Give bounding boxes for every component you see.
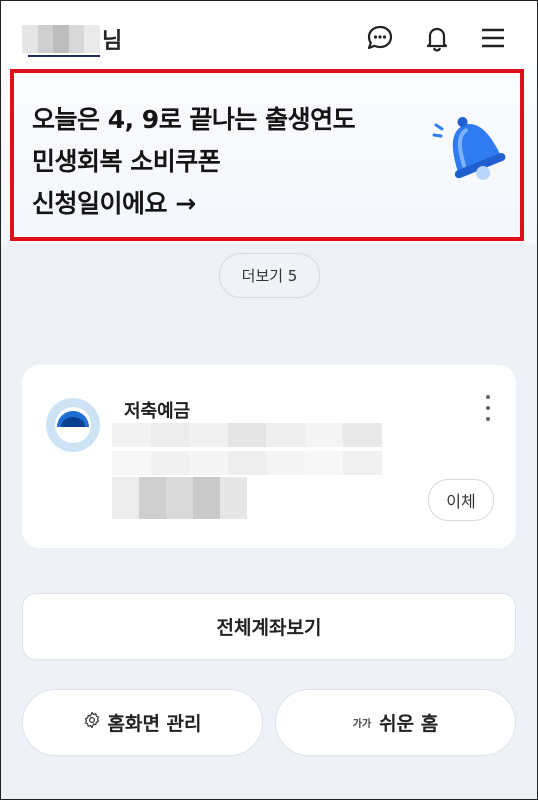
- user-greeting: 님: [22, 22, 122, 56]
- account-title: 저축예금: [124, 401, 191, 422]
- more-button[interactable]: 더보기 5: [219, 253, 320, 298]
- banner-line-2: 민생회복 소비쿠폰: [32, 147, 221, 176]
- account-card[interactable]: 저축예금 이체: [22, 365, 516, 548]
- banner-line-3: 신청일이에요 →: [32, 189, 196, 218]
- home-screen-manage-button[interactable]: 홈화면 관리: [22, 689, 263, 756]
- transfer-button[interactable]: 이체: [428, 479, 494, 521]
- bank-logo-icon: [46, 398, 100, 452]
- app-header: 님: [0, 0, 538, 72]
- more-options-icon[interactable]: [478, 395, 498, 421]
- user-suffix: 님: [102, 29, 123, 54]
- view-all-accounts-button[interactable]: 전체계좌보기: [22, 593, 516, 660]
- promo-banner[interactable]: 오늘은 4, 9로 끝나는 출생연도 민생회복 소비쿠폰 신청일이에요 →: [10, 69, 524, 241]
- banner-line-1: 오늘은 4, 9로 끝나는 출생연도: [32, 105, 356, 134]
- hamburger-menu-icon[interactable]: [477, 22, 509, 54]
- easy-home-label: 쉬운 홈: [379, 713, 439, 735]
- bell-illustration-icon: [428, 103, 518, 193]
- gear-icon: [83, 711, 101, 734]
- chat-bubble-icon[interactable]: [364, 22, 396, 54]
- font-size-icon: 가가: [352, 719, 372, 730]
- redacted-account-detail: [112, 451, 383, 475]
- banner-text: 오늘은 4, 9로 끝나는 출생연도 민생회복 소비쿠폰 신청일이에요 →: [32, 99, 356, 225]
- username-underline: [28, 55, 100, 57]
- redacted-account-number: [112, 423, 383, 447]
- bell-icon[interactable]: [421, 22, 453, 54]
- easy-home-button[interactable]: 가가 쉬운 홈: [275, 689, 516, 756]
- home-screen-manage-label: 홈화면 관리: [107, 713, 202, 735]
- redacted-balance: [112, 477, 247, 519]
- redacted-username: [22, 25, 100, 53]
